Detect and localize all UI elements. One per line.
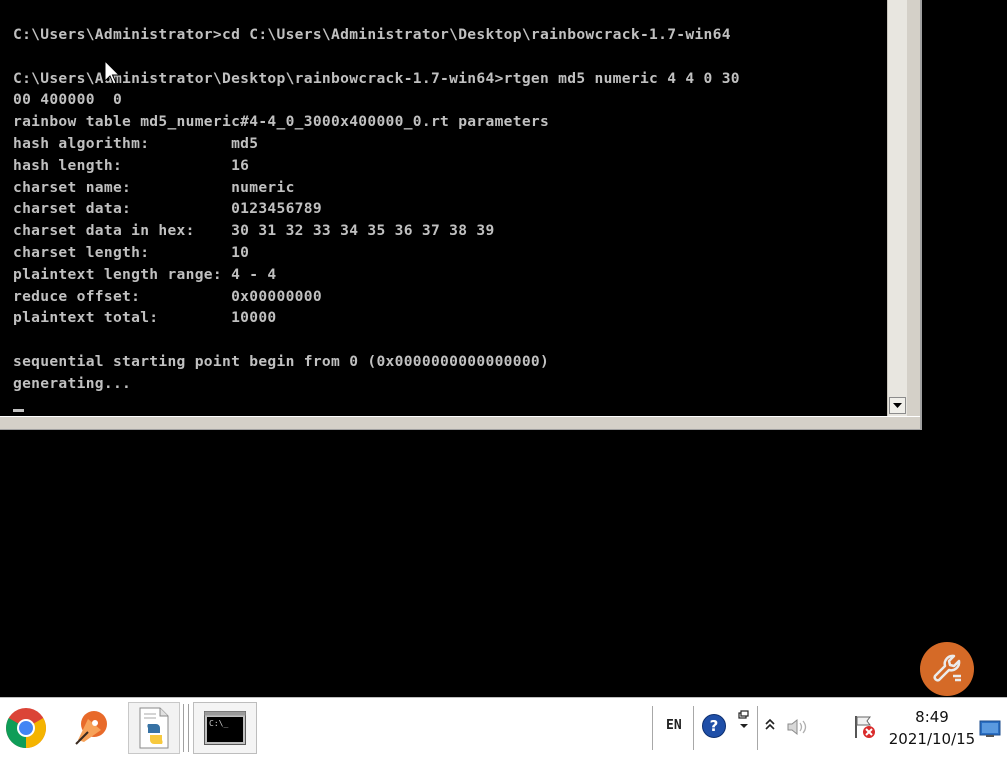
tray-separator [757, 706, 758, 750]
console-output-area[interactable]: C:\Users\Administrator>cd C:\Users\Admin… [0, 0, 887, 416]
mouse-pointer-icon [104, 60, 120, 85]
language-indicator[interactable]: EN [666, 718, 682, 733]
taskbar: C:\_ EN ? 8:49 2021/10/15 [0, 697, 1007, 757]
window-bottom-frame [0, 416, 920, 429]
command-prompt-taskbar-button[interactable]: C:\_ [193, 702, 257, 754]
desktop: C:\Users\Administrator>cd C:\Users\Admin… [0, 0, 1007, 757]
chrome-taskbar-button[interactable] [0, 702, 52, 754]
taskbar-clock[interactable]: 8:49 2021/10/15 [884, 706, 980, 750]
taskbar-separator[interactable] [183, 704, 189, 752]
chrome-icon [6, 708, 46, 748]
tray-separator [652, 706, 653, 750]
clock-date: 2021/10/15 [888, 730, 976, 748]
ime-options-icon[interactable] [737, 710, 751, 740]
python-file-taskbar-button[interactable] [128, 702, 180, 754]
arrow-down-icon [893, 402, 902, 408]
command-prompt-icon: C:\_ [204, 711, 246, 745]
ime-help-icon[interactable]: ? [702, 714, 726, 738]
console-text: C:\Users\Administrator>cd C:\Users\Admin… [13, 26, 740, 392]
text-cursor [13, 409, 24, 412]
pen-tool-taskbar-button[interactable] [64, 702, 116, 754]
action-center-flag-icon[interactable] [852, 714, 878, 740]
python-file-icon [139, 707, 169, 749]
show-desktop-icon[interactable] [979, 720, 1001, 738]
pen-tool-icon [75, 711, 107, 745]
clock-time: 8:49 [915, 708, 949, 726]
volume-muted-icon[interactable] [786, 717, 810, 737]
wrench-icon [933, 654, 961, 682]
command-prompt-window[interactable]: C:\Users\Administrator>cd C:\Users\Admin… [0, 0, 922, 430]
vertical-scrollbar[interactable] [887, 0, 907, 416]
chevron-up-icon[interactable] [764, 718, 776, 732]
tray-separator [693, 706, 694, 750]
cmd-icon-label: C:\_ [209, 719, 228, 728]
floating-tools-button[interactable] [920, 642, 974, 696]
scroll-down-button[interactable] [889, 397, 906, 414]
